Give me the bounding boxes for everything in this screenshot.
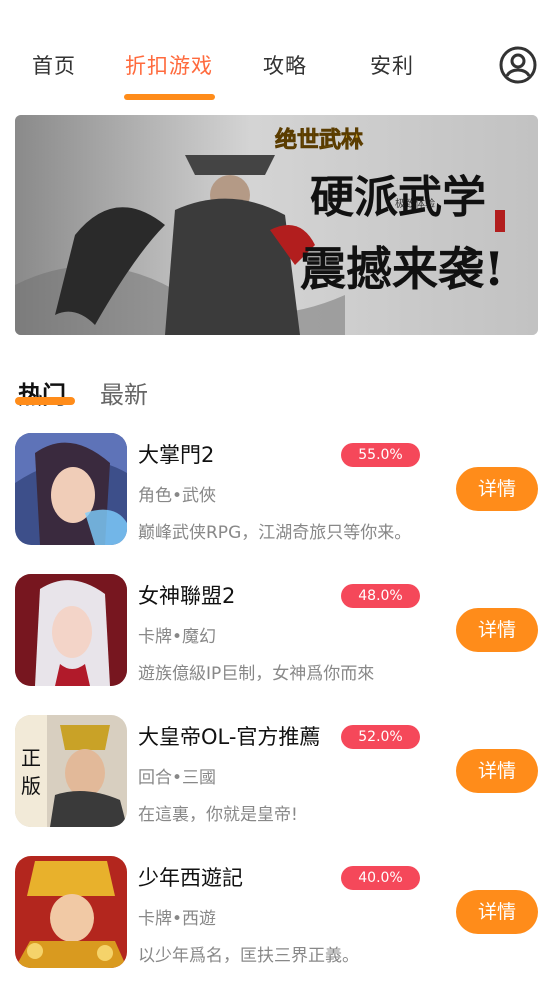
list-tab-indicator	[15, 397, 75, 405]
details-button[interactable]: 详情	[456, 890, 538, 934]
top-nav: 首页 折扣游戏 攻略 安利	[0, 0, 553, 105]
banner-seal	[495, 210, 505, 232]
details-button[interactable]: 详情	[456, 749, 538, 793]
svg-text:正: 正	[21, 746, 41, 770]
game-tags: 卡牌•西遊	[138, 909, 217, 929]
svg-text:版: 版	[21, 774, 41, 798]
game-description: 以少年爲名，匡扶三界正義。	[138, 946, 359, 966]
banner-logo-text: 绝世武林	[275, 127, 363, 153]
tab-guides[interactable]: 攻略	[263, 50, 307, 80]
active-tab-indicator	[124, 94, 215, 100]
game-description: 巅峰武侠RPG，江湖奇旅只等你来。	[138, 523, 412, 543]
game-tags: 角色•武俠	[138, 486, 217, 506]
game-title: 大掌門2	[138, 443, 215, 467]
game-title: 少年西遊記	[138, 866, 243, 890]
game-icon: 正 版	[15, 715, 127, 827]
banner-headline-2: 震撼来袭!	[300, 242, 504, 296]
game-description: 遊族億級IP巨制，女神爲你而來	[138, 664, 375, 684]
user-circle-icon	[499, 46, 537, 84]
banner-headline-1: 硬派武学	[310, 172, 486, 223]
tab-home[interactable]: 首页	[32, 50, 76, 80]
game-tags: 回合•三國	[138, 768, 217, 788]
game-list-item[interactable]: 正 版 大皇帝OL-官方推薦 52.0% 回合•三國 在這裏，你就是皇帝! 详情	[0, 715, 553, 833]
discount-badge: 40.0%	[341, 866, 420, 890]
tab-recommend[interactable]: 安利	[370, 50, 414, 80]
game-list-item[interactable]: 少年西遊記 40.0% 卡牌•西遊 以少年爲名，匡扶三界正義。 详情	[0, 856, 553, 974]
discount-badge: 55.0%	[341, 443, 420, 467]
game-tags: 卡牌•魔幻	[138, 627, 217, 647]
user-profile-button[interactable]	[499, 46, 537, 84]
details-button[interactable]: 详情	[456, 608, 538, 652]
game-description: 在這裏，你就是皇帝!	[138, 805, 298, 825]
game-icon	[15, 433, 127, 545]
game-title: 大皇帝OL-官方推薦	[138, 725, 321, 749]
game-icon	[15, 856, 127, 968]
discount-badge: 52.0%	[341, 725, 420, 749]
game-title: 女神聯盟2	[138, 584, 236, 608]
game-list-item[interactable]: 大掌門2 55.0% 角色•武俠 巅峰武侠RPG，江湖奇旅只等你来。 详情	[0, 433, 553, 551]
game-list-item[interactable]: 女神聯盟2 48.0% 卡牌•魔幻 遊族億級IP巨制，女神爲你而來 详情	[0, 574, 553, 692]
banner-artwork: 绝世武林 极致体验 硬派武学 震撼来袭!	[15, 115, 538, 335]
game-icon	[15, 574, 127, 686]
promo-banner[interactable]: 绝世武林 极致体验 硬派武学 震撼来袭!	[15, 115, 538, 335]
list-tabs: 热门 最新	[0, 360, 553, 415]
tab-discount-games[interactable]: 折扣游戏	[125, 50, 213, 80]
discount-badge: 48.0%	[341, 584, 420, 608]
tab-latest[interactable]: 最新	[100, 375, 148, 410]
details-button[interactable]: 详情	[456, 467, 538, 511]
